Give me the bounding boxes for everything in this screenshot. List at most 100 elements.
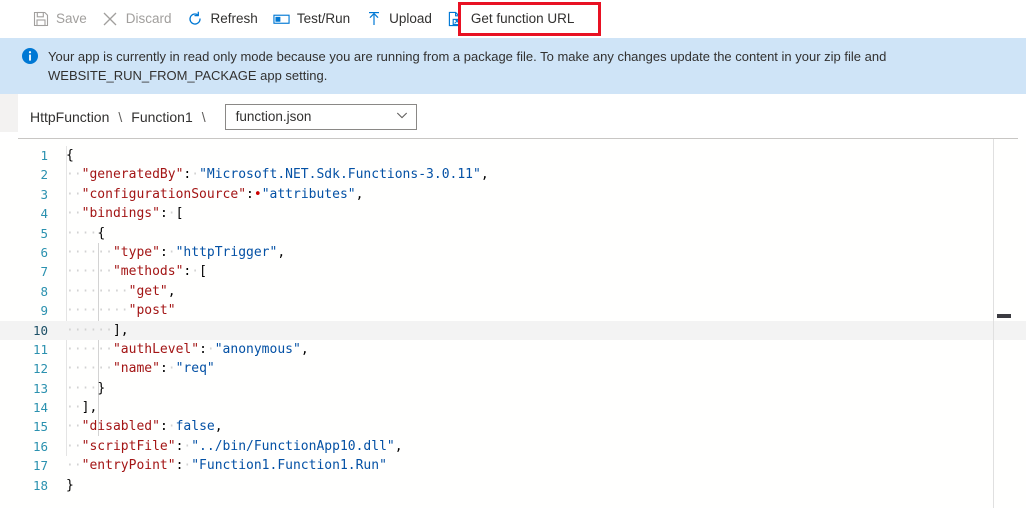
- toolbar-button-label: Get function URL: [470, 11, 575, 27]
- code-token-k: "type": [112, 244, 160, 260]
- code-token-p: ,: [300, 341, 309, 357]
- chevron-down-icon: [396, 109, 408, 124]
- code-token-p: :: [159, 419, 168, 435]
- code-line[interactable]: 13 ····}: [0, 379, 1026, 398]
- line-number: 14: [32, 400, 48, 416]
- code-token-ws: ·: [167, 244, 176, 260]
- code-line-text: ··],: [48, 398, 1026, 417]
- code-token-ws: ·: [167, 206, 176, 222]
- breadcrumb-app-name[interactable]: HttpFunction: [30, 109, 109, 125]
- code-token-p: }: [66, 477, 74, 493]
- code-line-text: ······"methods":·[: [48, 262, 1026, 281]
- test-run-icon: [273, 11, 290, 28]
- code-token-k: "methods": [112, 264, 184, 280]
- code-line[interactable]: 1{: [0, 146, 1026, 165]
- breadcrumb-bar: HttpFunction \ Function1 \ function.json: [0, 94, 1026, 139]
- code-line[interactable]: 17 ··"entryPoint":·"Function1.Function1.R…: [0, 456, 1026, 475]
- code-token-p: :: [159, 206, 168, 222]
- code-line[interactable]: 4 ··"bindings":·[: [0, 204, 1026, 223]
- discard-x-icon: [102, 11, 119, 28]
- code-token-wsr: •: [253, 186, 262, 202]
- code-line-text: ··"generatedBy":·"Microsoft.NET.Sdk.Func…: [48, 165, 1026, 184]
- code-token-ws: ·: [206, 341, 215, 357]
- code-token-k: "scriptFile": [81, 438, 176, 454]
- code-token-ws: ··: [66, 186, 82, 202]
- line-number: 4: [40, 206, 48, 222]
- code-line[interactable]: 14 ··],: [0, 398, 1026, 417]
- code-line-text: ··"entryPoint":·"Function1.Function1.Run…: [48, 456, 1026, 475]
- toolbar-button-label: Save: [56, 11, 87, 27]
- code-token-ws: ····: [66, 380, 98, 396]
- code-token-p: {: [97, 225, 106, 241]
- code-line[interactable]: 5 ····{: [0, 224, 1026, 243]
- line-number: 8: [40, 283, 48, 299]
- code-line[interactable]: 11 ······"authLevel":·"anonymous",: [0, 340, 1026, 359]
- save-icon: [32, 11, 49, 28]
- code-token-s: "req": [175, 361, 215, 377]
- read-only-info-banner: Your app is currently in read only mode …: [0, 38, 1026, 94]
- toolbar-button-upload[interactable]: Upload: [359, 4, 441, 34]
- code-token-ws: ·: [167, 419, 176, 435]
- code-line[interactable]: 8 ········"get",: [0, 282, 1026, 301]
- code-token-p: :: [159, 361, 168, 377]
- code-token-k: "configurationSource": [81, 186, 247, 202]
- code-token-sv: "post": [128, 303, 176, 319]
- line-number: 3: [40, 186, 48, 202]
- code-line[interactable]: 15 ··"disabled":·false,: [0, 417, 1026, 436]
- toolbar-button-test-run[interactable]: Test/Run: [267, 4, 359, 34]
- code-token-p: ,: [355, 186, 364, 202]
- toolbar-button-save: Save: [26, 4, 96, 34]
- code-token-k: "name": [112, 361, 160, 377]
- code-line[interactable]: 18}: [0, 476, 1026, 495]
- command-toolbar: Save Discard Refresh Test/Run Upload Get func…: [0, 0, 1026, 38]
- code-token-s: "Function1.Function1.Run": [191, 458, 387, 474]
- line-number: 16: [32, 438, 48, 454]
- code-line[interactable]: 6 ······"type":·"httpTrigger",: [0, 243, 1026, 262]
- toolbar-button-label: Discard: [125, 11, 172, 27]
- code-token-p: :: [199, 341, 207, 357]
- code-token-ws: ·: [191, 264, 200, 280]
- code-line[interactable]: 16 ··"scriptFile":·"../bin/FunctionApp10.…: [0, 437, 1026, 456]
- code-editor[interactable]: 1{2 ··"generatedBy":·"Microsoft.NET.Sdk.F…: [0, 139, 1026, 508]
- code-token-p: }: [97, 380, 106, 396]
- code-line[interactable]: 7 ······"methods":·[: [0, 262, 1026, 281]
- code-line-text: ······"authLevel":·"anonymous",: [48, 340, 1026, 359]
- code-token-ws: ······: [66, 264, 113, 280]
- code-token-p: [: [199, 264, 207, 280]
- code-token-ws: ······: [66, 341, 113, 357]
- code-line[interactable]: 3 ··"configurationSource":•"attributes",: [0, 185, 1026, 204]
- breadcrumb-separator-1: \: [118, 108, 123, 125]
- line-number: 1: [40, 148, 48, 163]
- refresh-icon: [187, 11, 204, 28]
- code-token-p: :: [246, 186, 254, 202]
- code-line-text: ··"scriptFile":·"../bin/FunctionApp10.dl…: [48, 437, 1026, 456]
- code-line-text: ··"disabled":·false,: [48, 417, 1026, 436]
- code-token-k: "disabled": [81, 419, 160, 435]
- line-number: 15: [32, 419, 48, 435]
- file-select-value: function.json: [235, 109, 312, 124]
- toolbar-button-refresh[interactable]: Refresh: [181, 4, 267, 34]
- code-line[interactable]: 12 ······"name":·"req": [0, 359, 1026, 378]
- code-line[interactable]: 2 ··"generatedBy":·"Microsoft.NET.Sdk.Fun…: [0, 165, 1026, 184]
- code-line[interactable]: 10 ······],: [0, 320, 1026, 340]
- code-token-p: ,: [167, 283, 176, 299]
- overview-ruler-border: [993, 139, 994, 508]
- line-number: 6: [40, 244, 48, 260]
- code-token-ws: ······: [66, 361, 113, 377]
- info-icon: [22, 48, 38, 64]
- code-line-text: ······],: [48, 321, 1026, 340]
- code-token-sv: "get": [128, 283, 168, 299]
- code-token-p: ,: [214, 419, 223, 435]
- toolbar-button-discard: Discard: [96, 4, 181, 34]
- code-line[interactable]: 9 ········"post": [0, 301, 1026, 320]
- breadcrumb-function-name[interactable]: Function1: [131, 109, 192, 125]
- line-number: 7: [40, 264, 48, 280]
- code-token-ws: ·: [191, 167, 200, 183]
- line-number: 2: [40, 167, 48, 183]
- upload-arrow-icon: [365, 11, 382, 28]
- file-select-dropdown[interactable]: function.json: [224, 103, 417, 130]
- overview-ruler-cursor-mark[interactable]: [997, 314, 1011, 318]
- toolbar-button-get-function-url[interactable]: Get function URL: [441, 4, 584, 34]
- banner-message: Your app is currently in read only mode …: [48, 49, 887, 83]
- code-line-text: ····}: [48, 379, 1026, 398]
